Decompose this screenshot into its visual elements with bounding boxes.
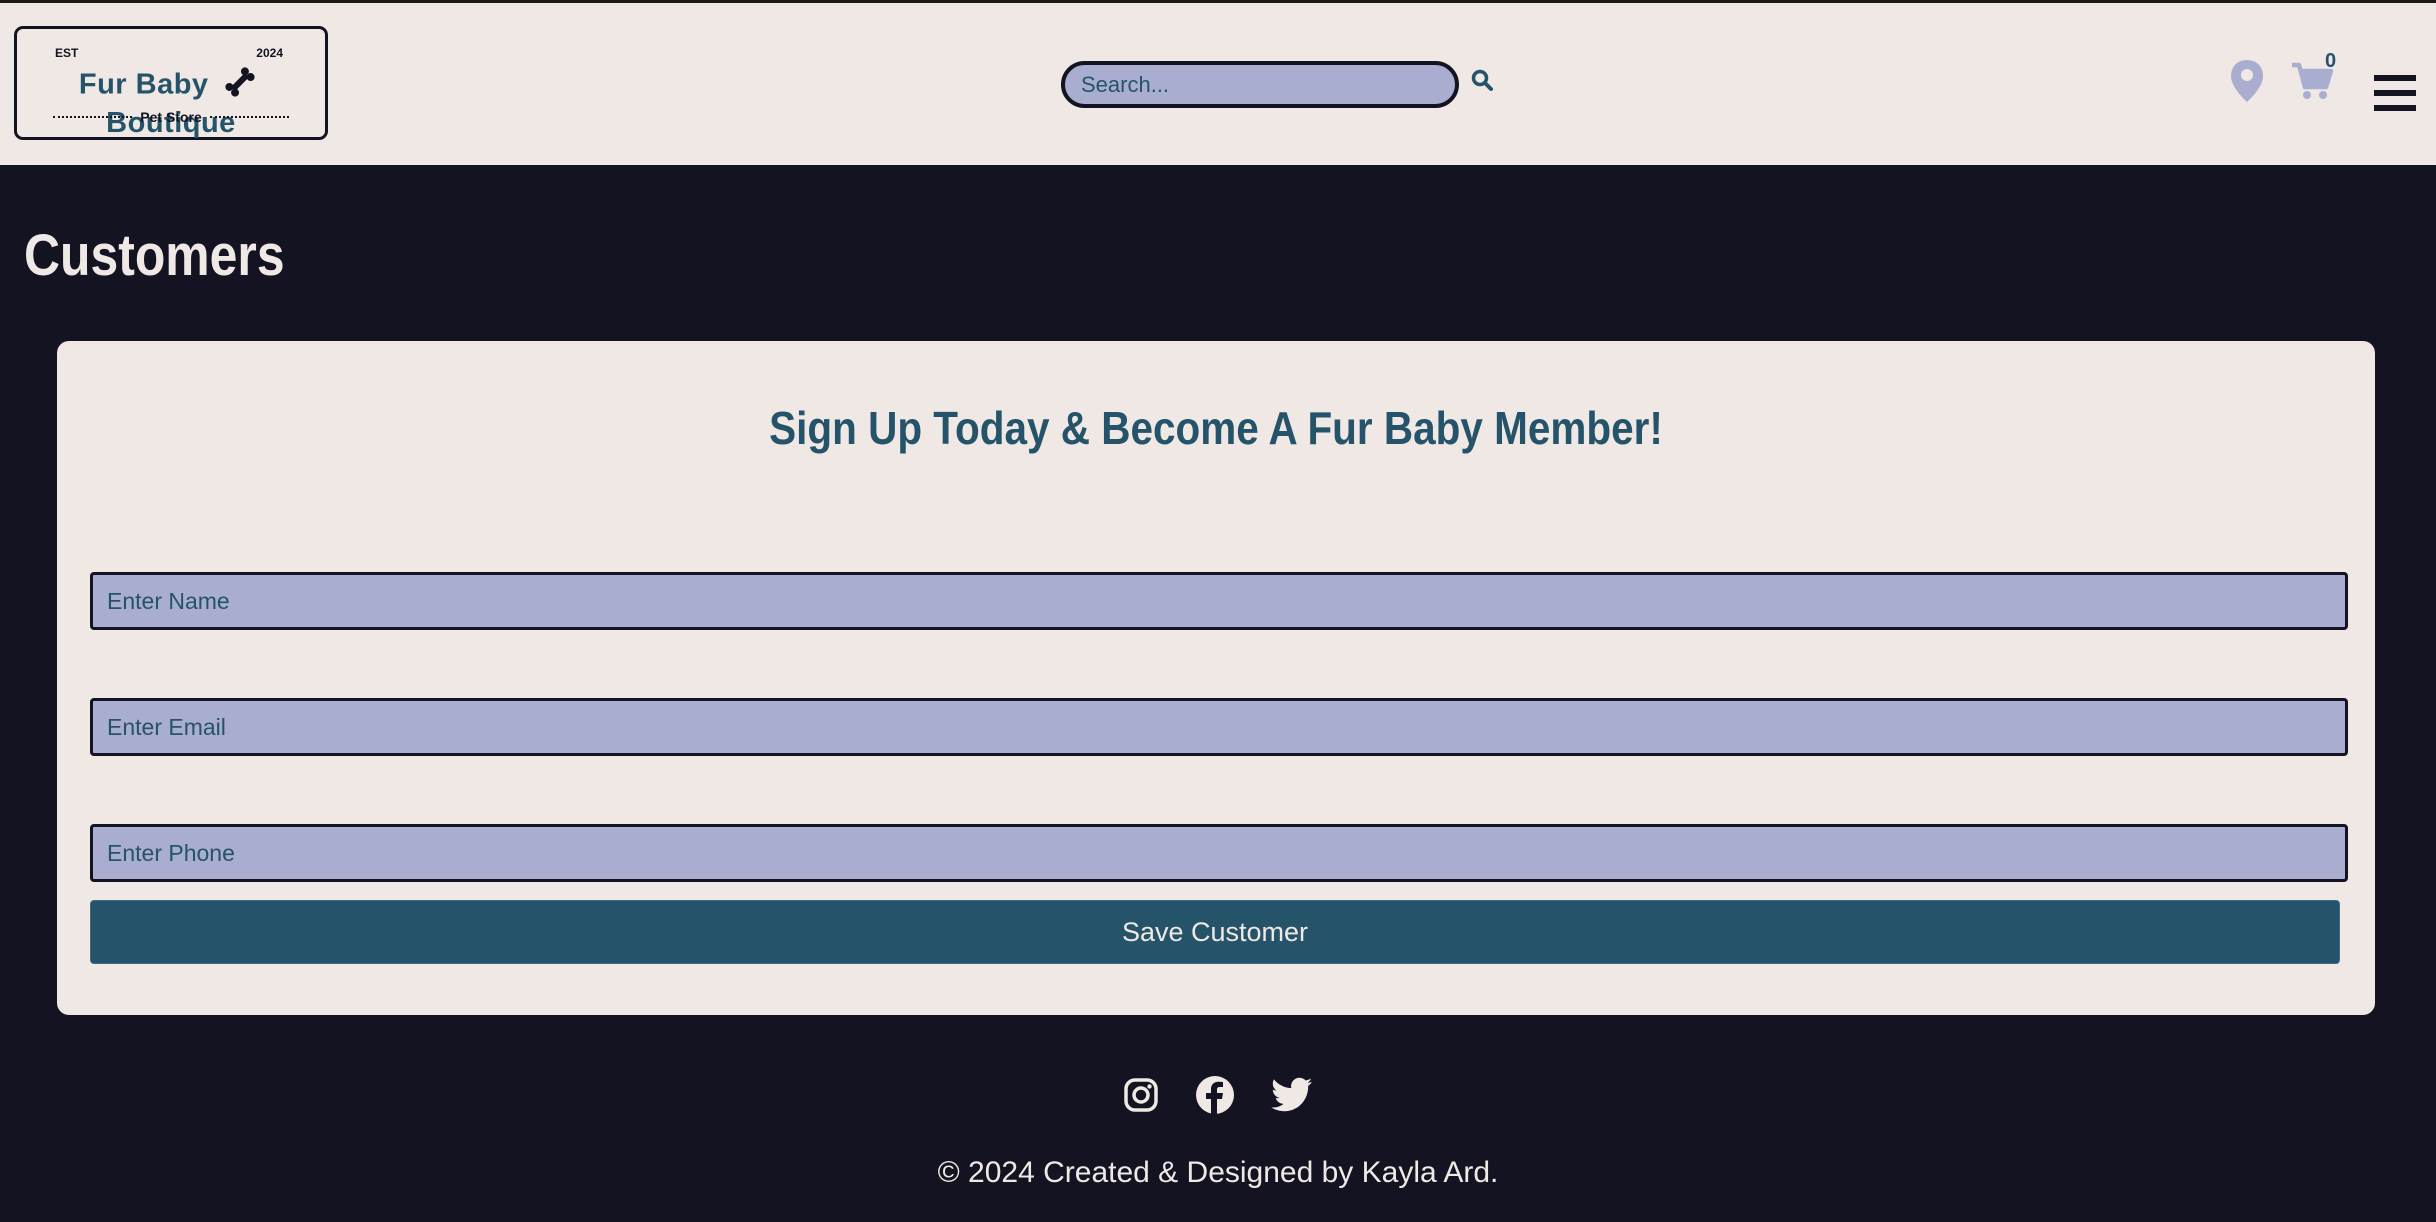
- logo-divider: [53, 116, 133, 118]
- bone-icon: [223, 65, 257, 107]
- logo-brand: Fur Baby Boutique: [17, 65, 325, 140]
- instagram-icon[interactable]: [1123, 1077, 1159, 1118]
- logo-year: 2024: [256, 46, 283, 60]
- save-customer-button[interactable]: Save Customer: [90, 900, 2340, 964]
- social-links: [0, 1075, 2436, 1120]
- menu-bar: [2374, 105, 2416, 111]
- logo-name-left: Fur Baby: [78, 68, 209, 101]
- menu-bar: [2374, 75, 2416, 81]
- search-bar: [1061, 61, 1493, 108]
- email-field[interactable]: [90, 698, 2348, 756]
- page-title: Customers: [24, 223, 285, 288]
- twitter-icon[interactable]: [1271, 1077, 1313, 1118]
- name-field[interactable]: [90, 572, 2348, 630]
- logo-est: EST: [55, 46, 79, 60]
- footer-copyright: © 2024 Created & Designed by Kayla Ard.: [937, 1156, 1499, 1189]
- signup-card: Sign Up Today & Become A Fur Baby Member…: [57, 341, 2375, 1015]
- logo-subtitle: Pet Store: [140, 109, 202, 125]
- site-header: EST 2024 Fur Baby Boutique Pet Store Sea…: [0, 3, 2436, 165]
- phone-field[interactable]: [90, 824, 2348, 882]
- cart-count-badge: 0: [2325, 50, 2337, 72]
- facebook-icon[interactable]: [1195, 1075, 1235, 1120]
- hamburger-menu-icon[interactable]: [2374, 75, 2416, 120]
- logo-subtitle-row: Pet Store: [53, 109, 289, 125]
- search-icon[interactable]: [1471, 69, 1493, 96]
- signup-heading: Sign Up Today & Become A Fur Baby Member…: [769, 402, 1663, 454]
- logo[interactable]: EST 2024 Fur Baby Boutique Pet Store: [14, 26, 328, 140]
- location-pin-icon[interactable]: [2229, 58, 2265, 109]
- menu-bar: [2374, 90, 2416, 96]
- logo-divider: [209, 116, 289, 118]
- search-input[interactable]: [1061, 61, 1459, 108]
